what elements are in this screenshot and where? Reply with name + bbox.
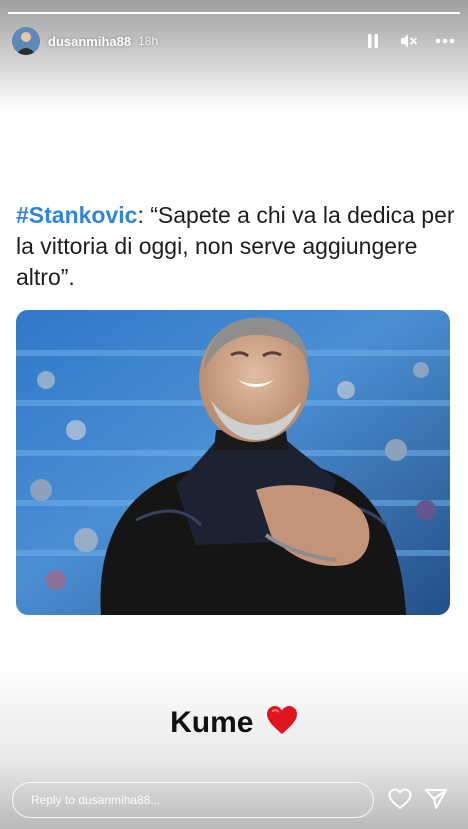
- reply-input[interactable]: Reply to dusanmiha88...: [12, 782, 374, 818]
- username[interactable]: dusanmiha88: [48, 34, 131, 49]
- pause-icon: [368, 34, 378, 48]
- caption-text: Kume: [170, 705, 254, 739]
- send-button[interactable]: [424, 788, 450, 812]
- avatar-image: [12, 27, 40, 55]
- story-header: dusanmiha88 18h: [12, 26, 456, 56]
- more-options-button[interactable]: [434, 30, 456, 52]
- hashtag-link[interactable]: #Stankovic: [16, 202, 137, 228]
- caption: Kume: [0, 705, 468, 743]
- send-icon: [425, 789, 447, 809]
- post-photo: [16, 310, 450, 615]
- pause-button[interactable]: [362, 30, 384, 52]
- story-viewer: dusanmiha88 18h #Stankovic: “Sapete a ch…: [0, 0, 468, 829]
- mute-icon: [401, 34, 417, 48]
- like-button[interactable]: [388, 788, 414, 812]
- post-quote: #Stankovic: “Sapete a chi va la dedica p…: [16, 200, 456, 293]
- heart-emoji-icon: [266, 705, 298, 743]
- reply-placeholder: Reply to dusanmiha88...: [31, 793, 161, 807]
- story-progress-fill: [8, 12, 460, 14]
- like-icon: [388, 788, 412, 809]
- mute-button[interactable]: [398, 30, 420, 52]
- story-progress-bar: [8, 12, 460, 14]
- avatar[interactable]: [12, 27, 40, 55]
- story-controls: [362, 30, 456, 52]
- more-icon: [435, 38, 455, 44]
- post-time: 18h: [138, 34, 159, 48]
- coach-photo: [16, 310, 450, 615]
